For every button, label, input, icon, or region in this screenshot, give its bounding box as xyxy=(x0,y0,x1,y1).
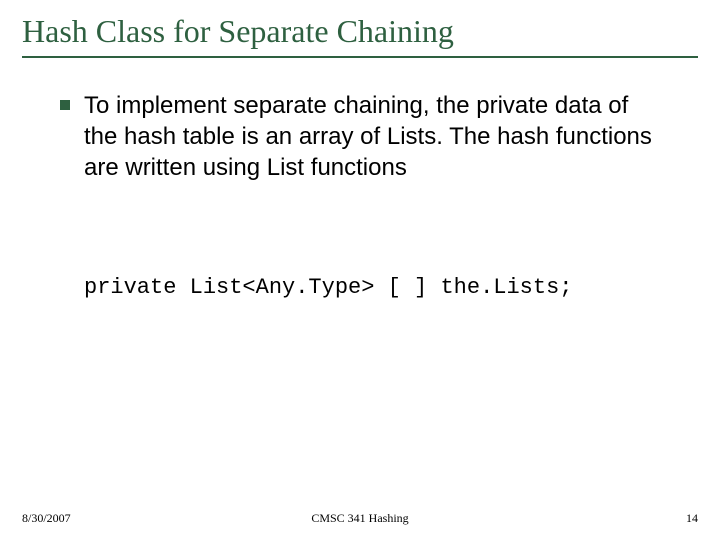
code-text: private List<Any.Type> [ ] the.Lists; xyxy=(84,275,572,300)
slide: Hash Class for Separate Chaining To impl… xyxy=(0,0,720,540)
body-region: To implement separate chaining, the priv… xyxy=(60,90,660,184)
bullet-item: To implement separate chaining, the priv… xyxy=(60,90,660,184)
title-region: Hash Class for Separate Chaining xyxy=(22,12,698,58)
footer: 8/30/2007 CMSC 341 Hashing 14 xyxy=(22,511,698,526)
footer-page-number: 14 xyxy=(473,511,698,526)
code-block: private List<Any.Type> [ ] the.Lists; xyxy=(84,275,680,300)
footer-course: CMSC 341 Hashing xyxy=(247,511,472,526)
footer-date: 8/30/2007 xyxy=(22,511,247,526)
square-bullet-icon xyxy=(60,100,70,110)
bullet-text: To implement separate chaining, the priv… xyxy=(84,90,660,184)
slide-title: Hash Class for Separate Chaining xyxy=(22,12,698,50)
